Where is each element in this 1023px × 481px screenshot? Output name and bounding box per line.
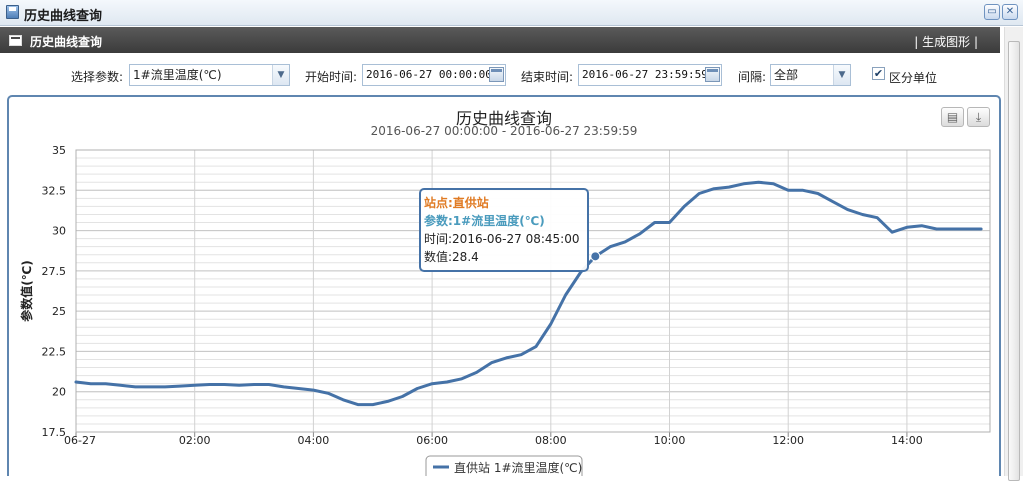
x-tick-label: 04:00: [298, 434, 330, 447]
tooltip-param: 参数:1#流里温度(℃): [424, 213, 545, 228]
x-tick-label: 06-27: [64, 434, 96, 447]
y-tick-label: 20: [52, 386, 66, 399]
y-tick-label: 25: [52, 305, 66, 318]
legend-label: 直供站 1#流里温度(℃): [454, 460, 582, 475]
x-tick-label: 08:00: [535, 434, 567, 447]
x-tick-label: 10:00: [654, 434, 686, 447]
y-axis-title: 参数值(℃): [19, 260, 34, 322]
y-tick-label: 32.5: [42, 184, 67, 197]
x-tick-label: 14:00: [891, 434, 923, 447]
vertical-scrollbar[interactable]: [1004, 27, 1023, 481]
tooltip-time: 时间:2016-06-27 08:45:00: [424, 232, 580, 246]
chart-svg: 17.5 20 22.5 25 27.5 30 32.5 35 06-27 02:00 04:00 0…: [19, 144, 991, 476]
x-tick-label: 02:00: [179, 434, 211, 447]
y-tick-label: 30: [52, 225, 66, 238]
x-tick-label: 12:00: [772, 434, 804, 447]
tooltip-station: 站点:直供站: [424, 195, 489, 210]
close-button[interactable]: ✕: [1002, 4, 1018, 20]
tooltip-value: 数值:28.4: [424, 249, 479, 264]
highlight-point: [590, 251, 601, 262]
y-tick-label: 17.5: [42, 426, 67, 439]
y-tick-label: 22.5: [42, 345, 67, 358]
y-tick-label: 35: [52, 144, 66, 157]
y-tick-label: 27.5: [42, 265, 67, 278]
scrollbar-thumb[interactable]: [1008, 41, 1020, 481]
x-tick-label: 06:00: [416, 434, 448, 447]
